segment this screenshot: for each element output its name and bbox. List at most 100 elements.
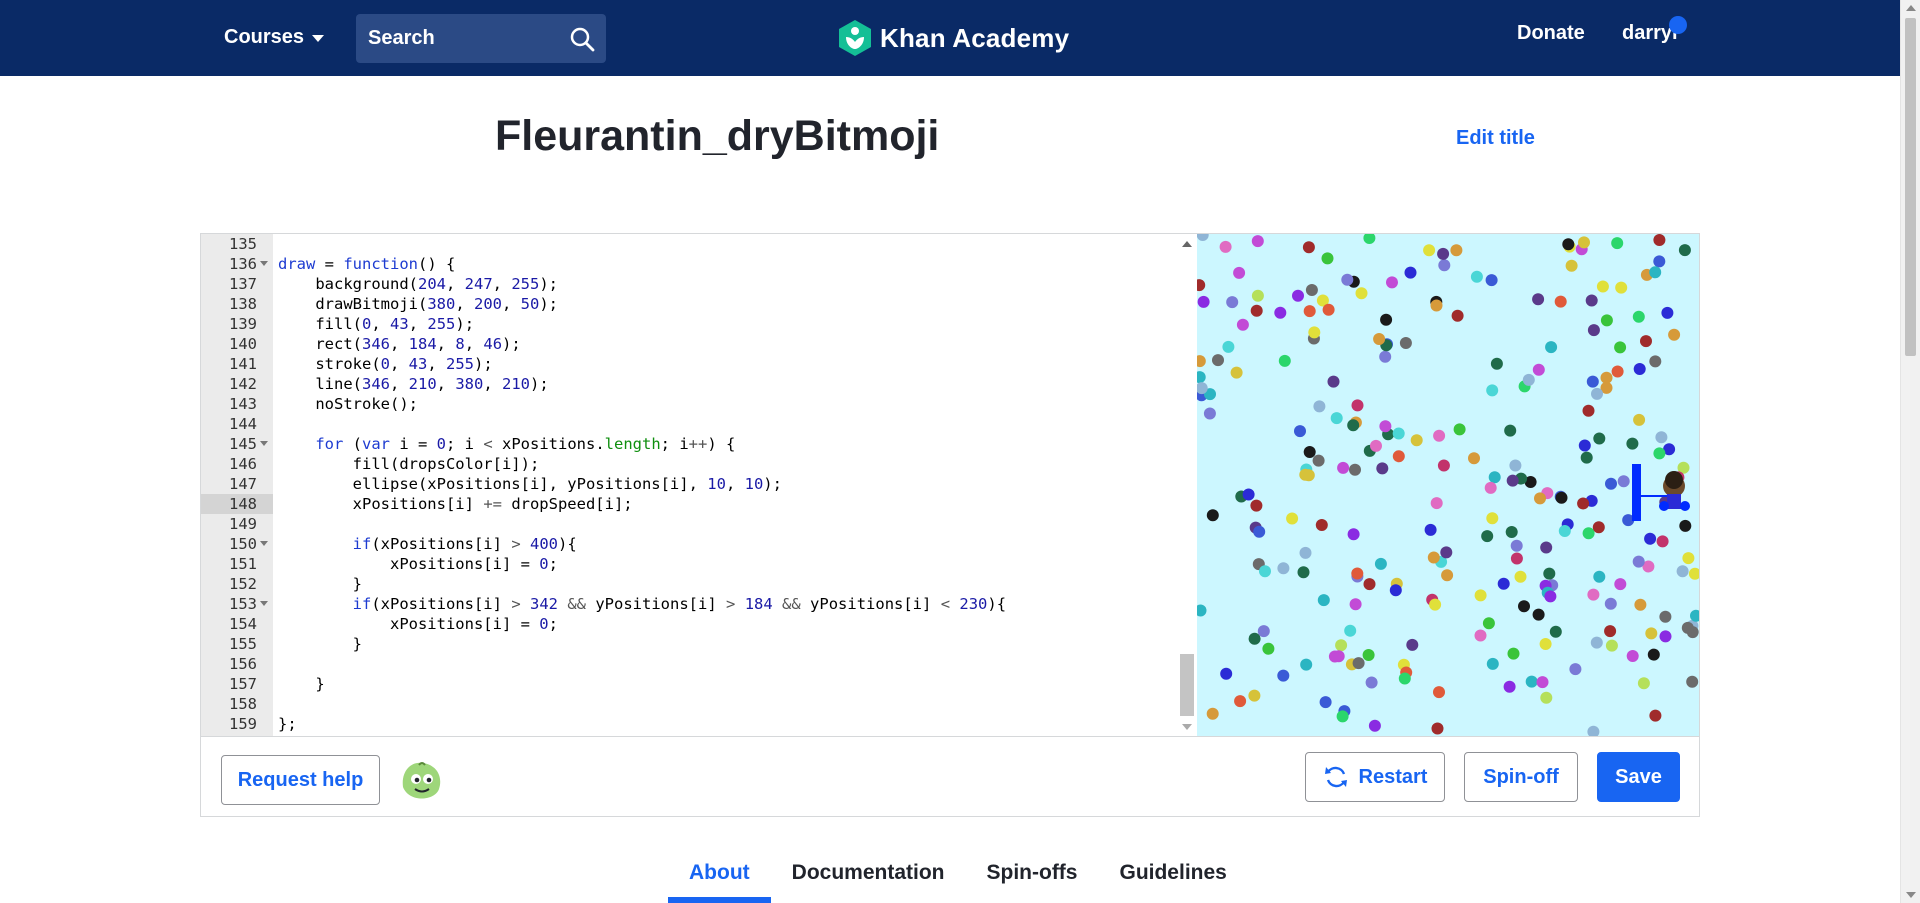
rain-drop — [1349, 463, 1361, 476]
rain-drop — [1341, 273, 1354, 286]
scroll-up-arrow-icon[interactable] — [1906, 5, 1916, 11]
rain-drop — [1262, 642, 1275, 655]
user-menu-button[interactable]: darryl — [1622, 16, 1687, 45]
rain-drop — [1600, 371, 1613, 384]
code-text: drawBitmoji(380, 200, 50); — [278, 295, 558, 313]
code-line[interactable]: 157 } — [201, 674, 1191, 694]
rain-drop — [1593, 570, 1606, 583]
rain-drop — [1370, 439, 1382, 452]
tab-guidelines[interactable]: Guidelines — [1098, 858, 1247, 903]
code-editor[interactable]: 135 136 draw = function() {137 background(… — [201, 234, 1197, 736]
code-text: } — [278, 575, 362, 593]
rain-drop — [1351, 399, 1364, 412]
code-line[interactable]: 135 — [201, 234, 1191, 254]
code-line[interactable]: 141 stroke(0, 43, 255); — [201, 354, 1191, 374]
line-number: 154 — [229, 615, 257, 633]
code-line[interactable]: 152 } — [201, 574, 1191, 594]
scroll-down-arrow-icon[interactable] — [1906, 892, 1916, 898]
code-line[interactable]: 150 if(xPositions[i] > 400){ — [201, 534, 1191, 554]
code-line[interactable]: 145 for (var i = 0; i < xPositions.lengt… — [201, 434, 1191, 454]
restart-label: Restart — [1358, 765, 1428, 788]
search-icon[interactable] — [558, 14, 606, 63]
editor-scroll-down-icon[interactable] — [1182, 724, 1192, 730]
search-input[interactable]: Search — [356, 14, 606, 63]
code-line[interactable]: 143 noStroke(); — [201, 394, 1191, 414]
fold-toggle-icon[interactable] — [260, 601, 268, 606]
request-help-button[interactable]: Request help — [221, 755, 380, 805]
rain-drop — [1305, 284, 1318, 296]
rain-drop — [1656, 535, 1669, 548]
page-scrollbar-thumb[interactable] — [1905, 18, 1916, 356]
code-line[interactable]: 154 xPositions[i] = 0; — [201, 614, 1191, 634]
restart-button[interactable]: Restart — [1305, 752, 1445, 802]
spin-off-button[interactable]: Spin-off — [1464, 752, 1578, 802]
tab-spin-offs[interactable]: Spin-offs — [966, 858, 1099, 903]
code-line[interactable]: 148 xPositions[i] += dropSpeed[i]; — [201, 494, 1191, 514]
code-line[interactable]: 149 — [201, 514, 1191, 534]
rain-drop — [1507, 647, 1520, 660]
output-canvas[interactable] — [1197, 234, 1699, 736]
rain-drop — [1294, 425, 1306, 438]
rain-drop — [1322, 303, 1335, 316]
rain-drop — [1251, 289, 1264, 302]
rain-drop — [1424, 523, 1437, 536]
rain-drop — [1543, 567, 1556, 580]
code-text: if(xPositions[i] > 342 && yPositions[i] … — [352, 595, 1007, 613]
courses-menu-button[interactable]: Courses — [224, 22, 325, 52]
tab-documentation[interactable]: Documentation — [771, 858, 966, 903]
line-number: 142 — [229, 375, 257, 393]
editor-scrollbar[interactable] — [1177, 234, 1197, 736]
rain-drop — [1423, 244, 1436, 257]
editor-scrollbar-thumb[interactable] — [1180, 654, 1194, 716]
editor-scroll-up-icon[interactable] — [1182, 241, 1192, 247]
output-drawing — [1197, 234, 1699, 736]
save-button[interactable]: Save — [1597, 752, 1680, 802]
code-line[interactable]: 136 draw = function() { — [201, 254, 1191, 274]
rain-drop — [1292, 289, 1304, 302]
rain-drop — [1431, 722, 1444, 735]
code-line[interactable]: 155 } — [201, 634, 1191, 654]
line-number: 137 — [229, 275, 257, 293]
code-line[interactable]: 142 line(346, 210, 380, 210); — [201, 374, 1191, 394]
code-line[interactable]: 138 drawBitmoji(380, 200, 50); — [201, 294, 1191, 314]
rain-drop — [1506, 474, 1519, 487]
code-line[interactable]: 139 fill(0, 43, 255); — [201, 314, 1191, 334]
rain-drop — [1604, 597, 1617, 610]
fold-toggle-icon[interactable] — [260, 261, 268, 266]
edit-title-link[interactable]: Edit title — [1456, 127, 1535, 150]
code-line[interactable]: 153 if(xPositions[i] > 342 && yPositions… — [201, 594, 1191, 614]
code-line[interactable]: 140 rect(346, 184, 8, 46); — [201, 334, 1191, 354]
tab-about[interactable]: About — [668, 858, 771, 903]
avatar[interactable] — [397, 757, 445, 805]
code-line[interactable]: 159}; — [201, 714, 1191, 734]
rain-drop — [1593, 432, 1606, 445]
donate-link[interactable]: Donate — [1517, 22, 1585, 45]
notification-badge — [1669, 16, 1687, 34]
rain-drop — [1399, 337, 1412, 349]
khan-academy-logo[interactable]: Khan Academy — [838, 18, 1069, 58]
code-line[interactable]: 147 ellipse(xPositions[i], yPositions[i]… — [201, 474, 1191, 494]
line-number: 157 — [229, 675, 257, 693]
code-line[interactable]: 158 — [201, 694, 1191, 714]
rain-drop — [1253, 525, 1266, 538]
fold-toggle-icon[interactable] — [260, 441, 268, 446]
rain-drop — [1615, 281, 1628, 294]
rain-drop — [1645, 627, 1658, 640]
rain-drop — [1336, 710, 1349, 723]
fold-toggle-icon[interactable] — [260, 541, 268, 546]
rain-drop — [1251, 235, 1264, 248]
rain-drop — [1257, 625, 1270, 638]
code-text: if(xPositions[i] > 400){ — [352, 535, 577, 553]
page-scrollbar[interactable] — [1900, 0, 1920, 903]
code-line[interactable]: 151 xPositions[i] = 0; — [201, 554, 1191, 574]
rain-drop — [1490, 357, 1503, 370]
code-line[interactable]: 144 — [201, 414, 1191, 434]
code-line[interactable]: 146 fill(dropsColor[i]); — [201, 454, 1191, 474]
code-text: stroke(0, 43, 255); — [278, 355, 493, 373]
rain-drop — [1302, 469, 1315, 482]
code-text: xPositions[i] = 0; — [278, 555, 558, 573]
code-line[interactable]: 137 background(204, 247, 255); — [201, 274, 1191, 294]
brand-name: Khan Academy — [880, 22, 1070, 53]
rain-drop — [1653, 255, 1666, 268]
code-line[interactable]: 156 — [201, 654, 1191, 674]
